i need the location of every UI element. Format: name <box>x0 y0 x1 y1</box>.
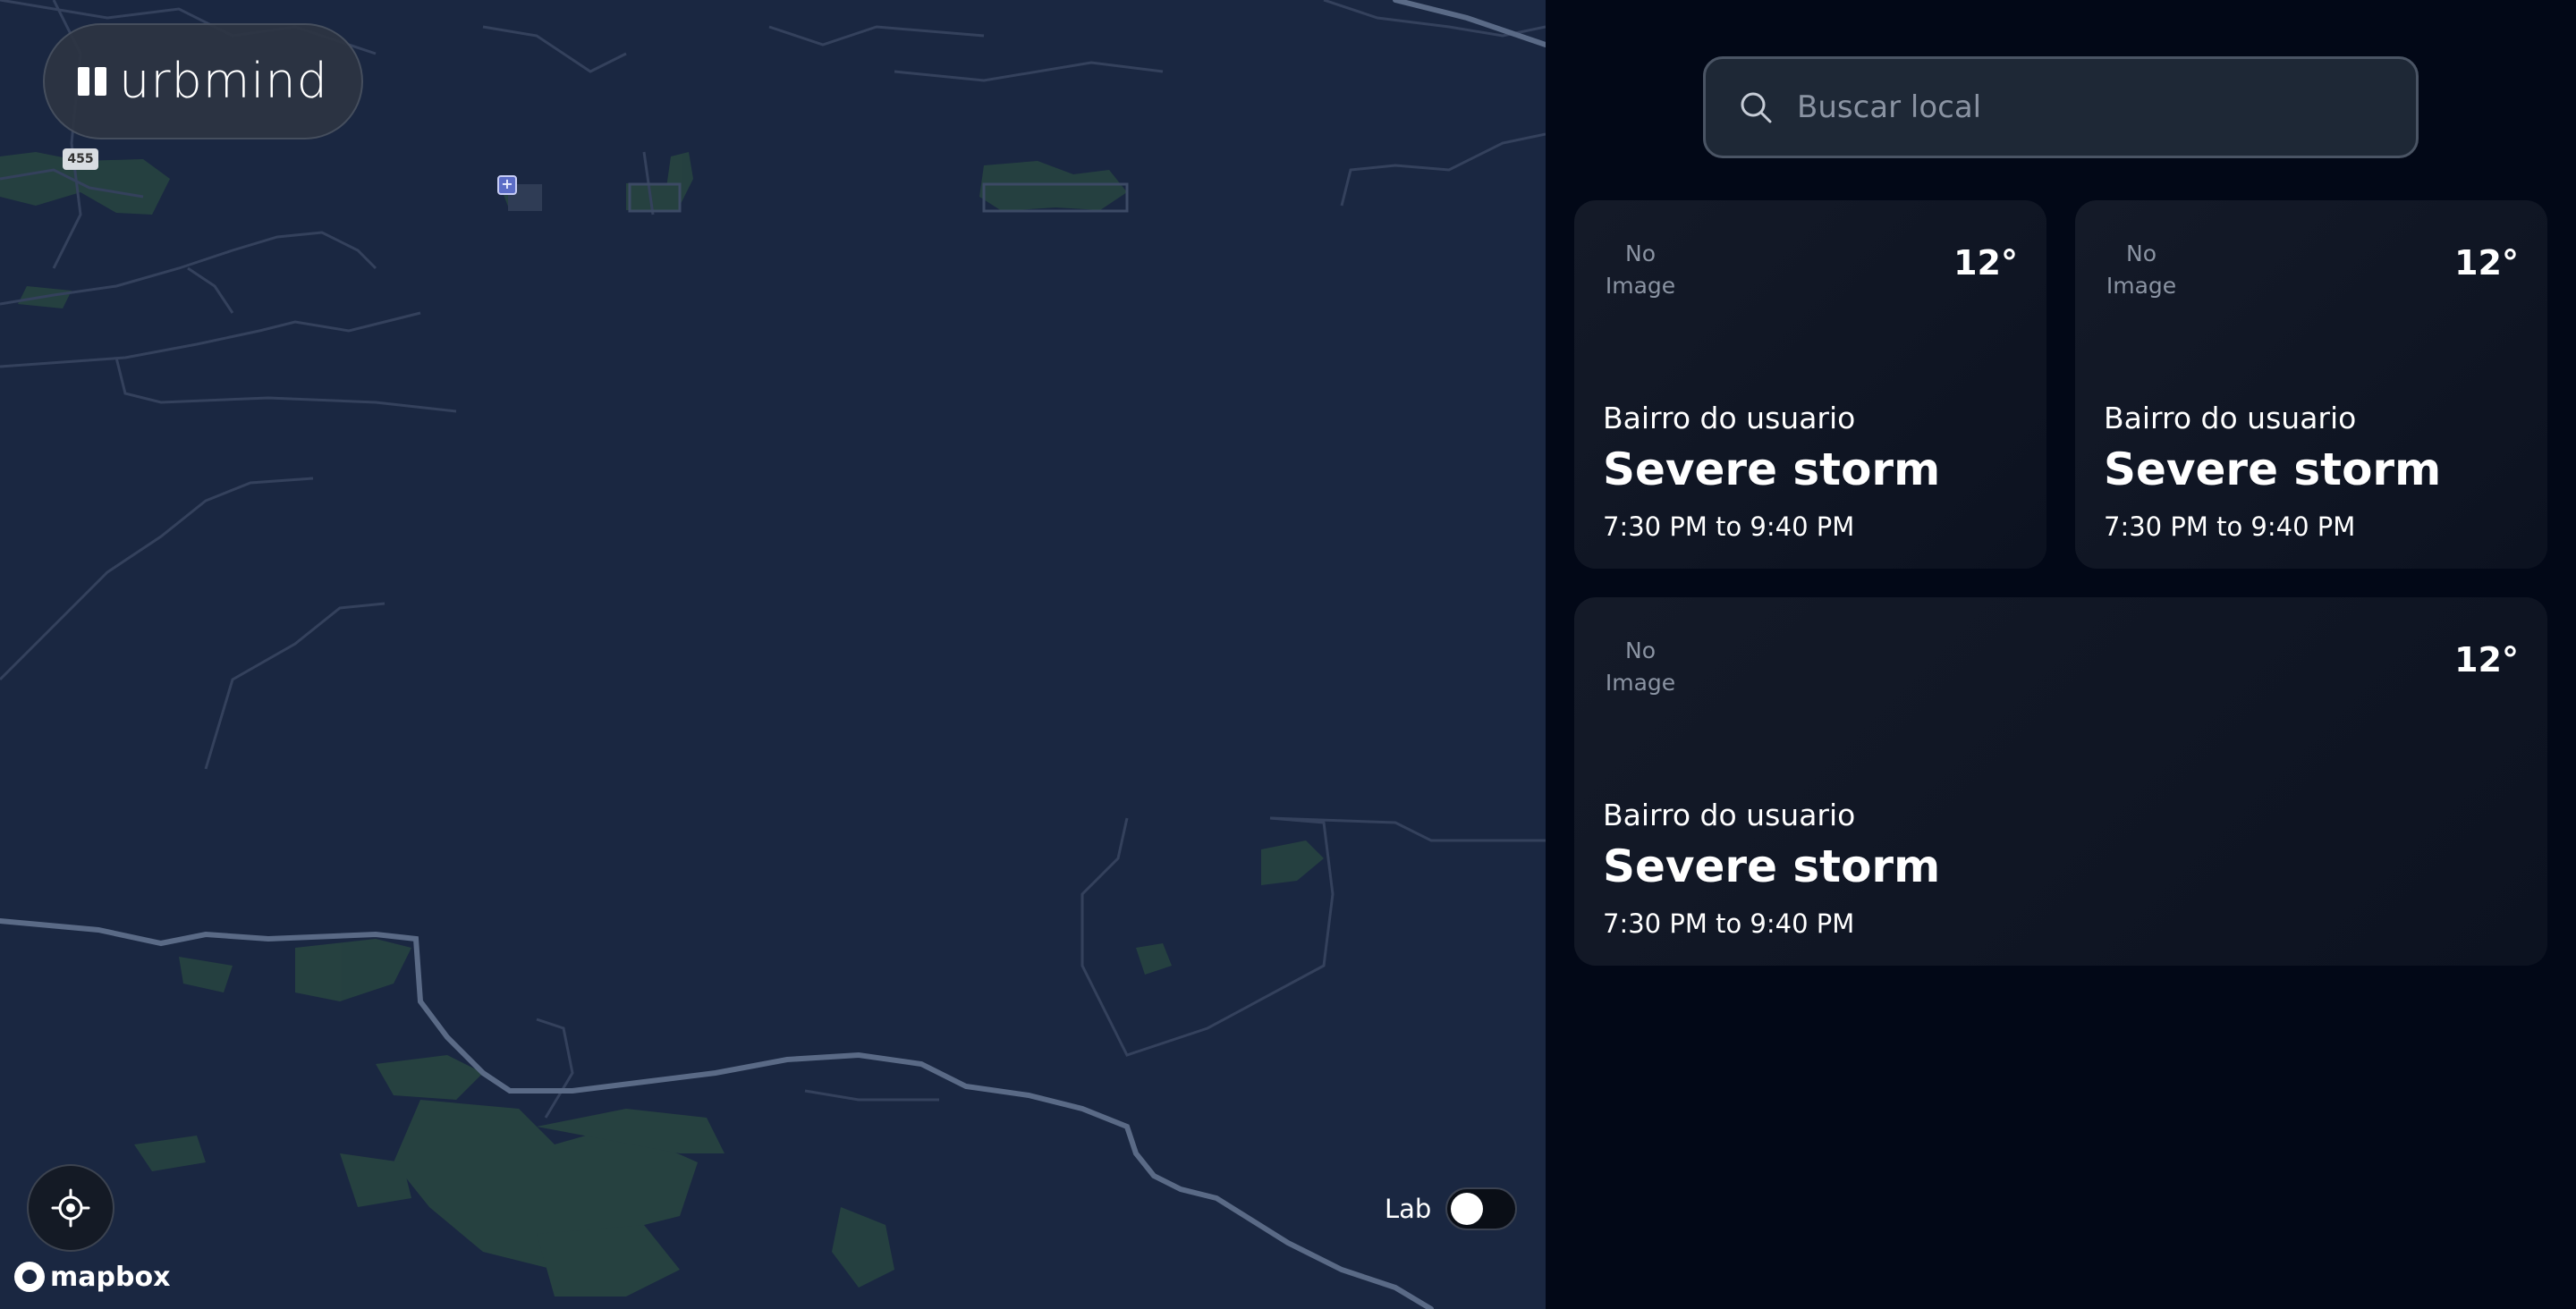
lab-toggle-switch[interactable] <box>1445 1187 1518 1230</box>
card-neighborhood: Bairro do usuario <box>2104 401 2357 435</box>
card-temperature: 12° <box>2454 243 2519 283</box>
card-neighborhood: Bairro do usuario <box>1603 401 1856 435</box>
logo-mark-icon <box>78 67 107 96</box>
toggle-knob <box>1451 1193 1484 1225</box>
crosshair-icon <box>51 1188 90 1228</box>
hospital-icon[interactable]: + <box>497 175 517 195</box>
weather-alert-card[interactable]: No Image 12° Bairro do usuario Severe st… <box>1574 200 2046 569</box>
sidebar: Buscar local No Image 12° Bairro do usua… <box>1546 0 2576 1309</box>
highways <box>0 0 1546 1309</box>
locate-me-button[interactable] <box>27 1164 114 1252</box>
brand-name: urbmind <box>119 53 328 109</box>
weather-alert-card[interactable]: No Image 12° Bairro do usuario Severe st… <box>1574 597 2547 966</box>
route-shield: 455 <box>63 148 98 170</box>
brand-logo[interactable]: urbmind <box>43 23 363 139</box>
card-neighborhood: Bairro do usuario <box>1603 798 1856 832</box>
card-time: 7:30 PM to 9:40 PM <box>1603 511 1855 542</box>
card-temperature: 12° <box>2454 640 2519 680</box>
card-title: Severe storm <box>1603 443 1941 495</box>
card-time: 7:30 PM to 9:40 PM <box>2104 511 2356 542</box>
card-image-placeholder: No Image <box>1605 638 1676 696</box>
card-image-placeholder: No Image <box>2106 241 2177 299</box>
minor-roads <box>0 0 1546 1119</box>
weather-alert-card[interactable]: No Image 12° Bairro do usuario Severe st… <box>2075 200 2547 569</box>
mapbox-label: mapbox <box>50 1261 171 1293</box>
card-image-placeholder: No Image <box>1605 241 1676 299</box>
search-input[interactable]: Buscar local <box>1703 56 2419 158</box>
card-time: 7:30 PM to 9:40 PM <box>1603 908 1855 939</box>
mapbox-icon <box>14 1262 45 1292</box>
map-features <box>0 0 1546 1309</box>
card-temperature: 12° <box>1953 243 2018 283</box>
search-icon <box>1741 92 1772 123</box>
lab-toggle: Lab <box>1385 1187 1518 1230</box>
search-placeholder: Buscar local <box>1797 89 1982 125</box>
map-canvas[interactable]: urbmind 455 + mapbox Lab <box>0 0 1546 1309</box>
card-title: Severe storm <box>2104 443 2442 495</box>
lab-label: Lab <box>1385 1194 1432 1224</box>
mapbox-attribution[interactable]: mapbox <box>14 1261 170 1293</box>
card-title: Severe storm <box>1603 840 1941 892</box>
